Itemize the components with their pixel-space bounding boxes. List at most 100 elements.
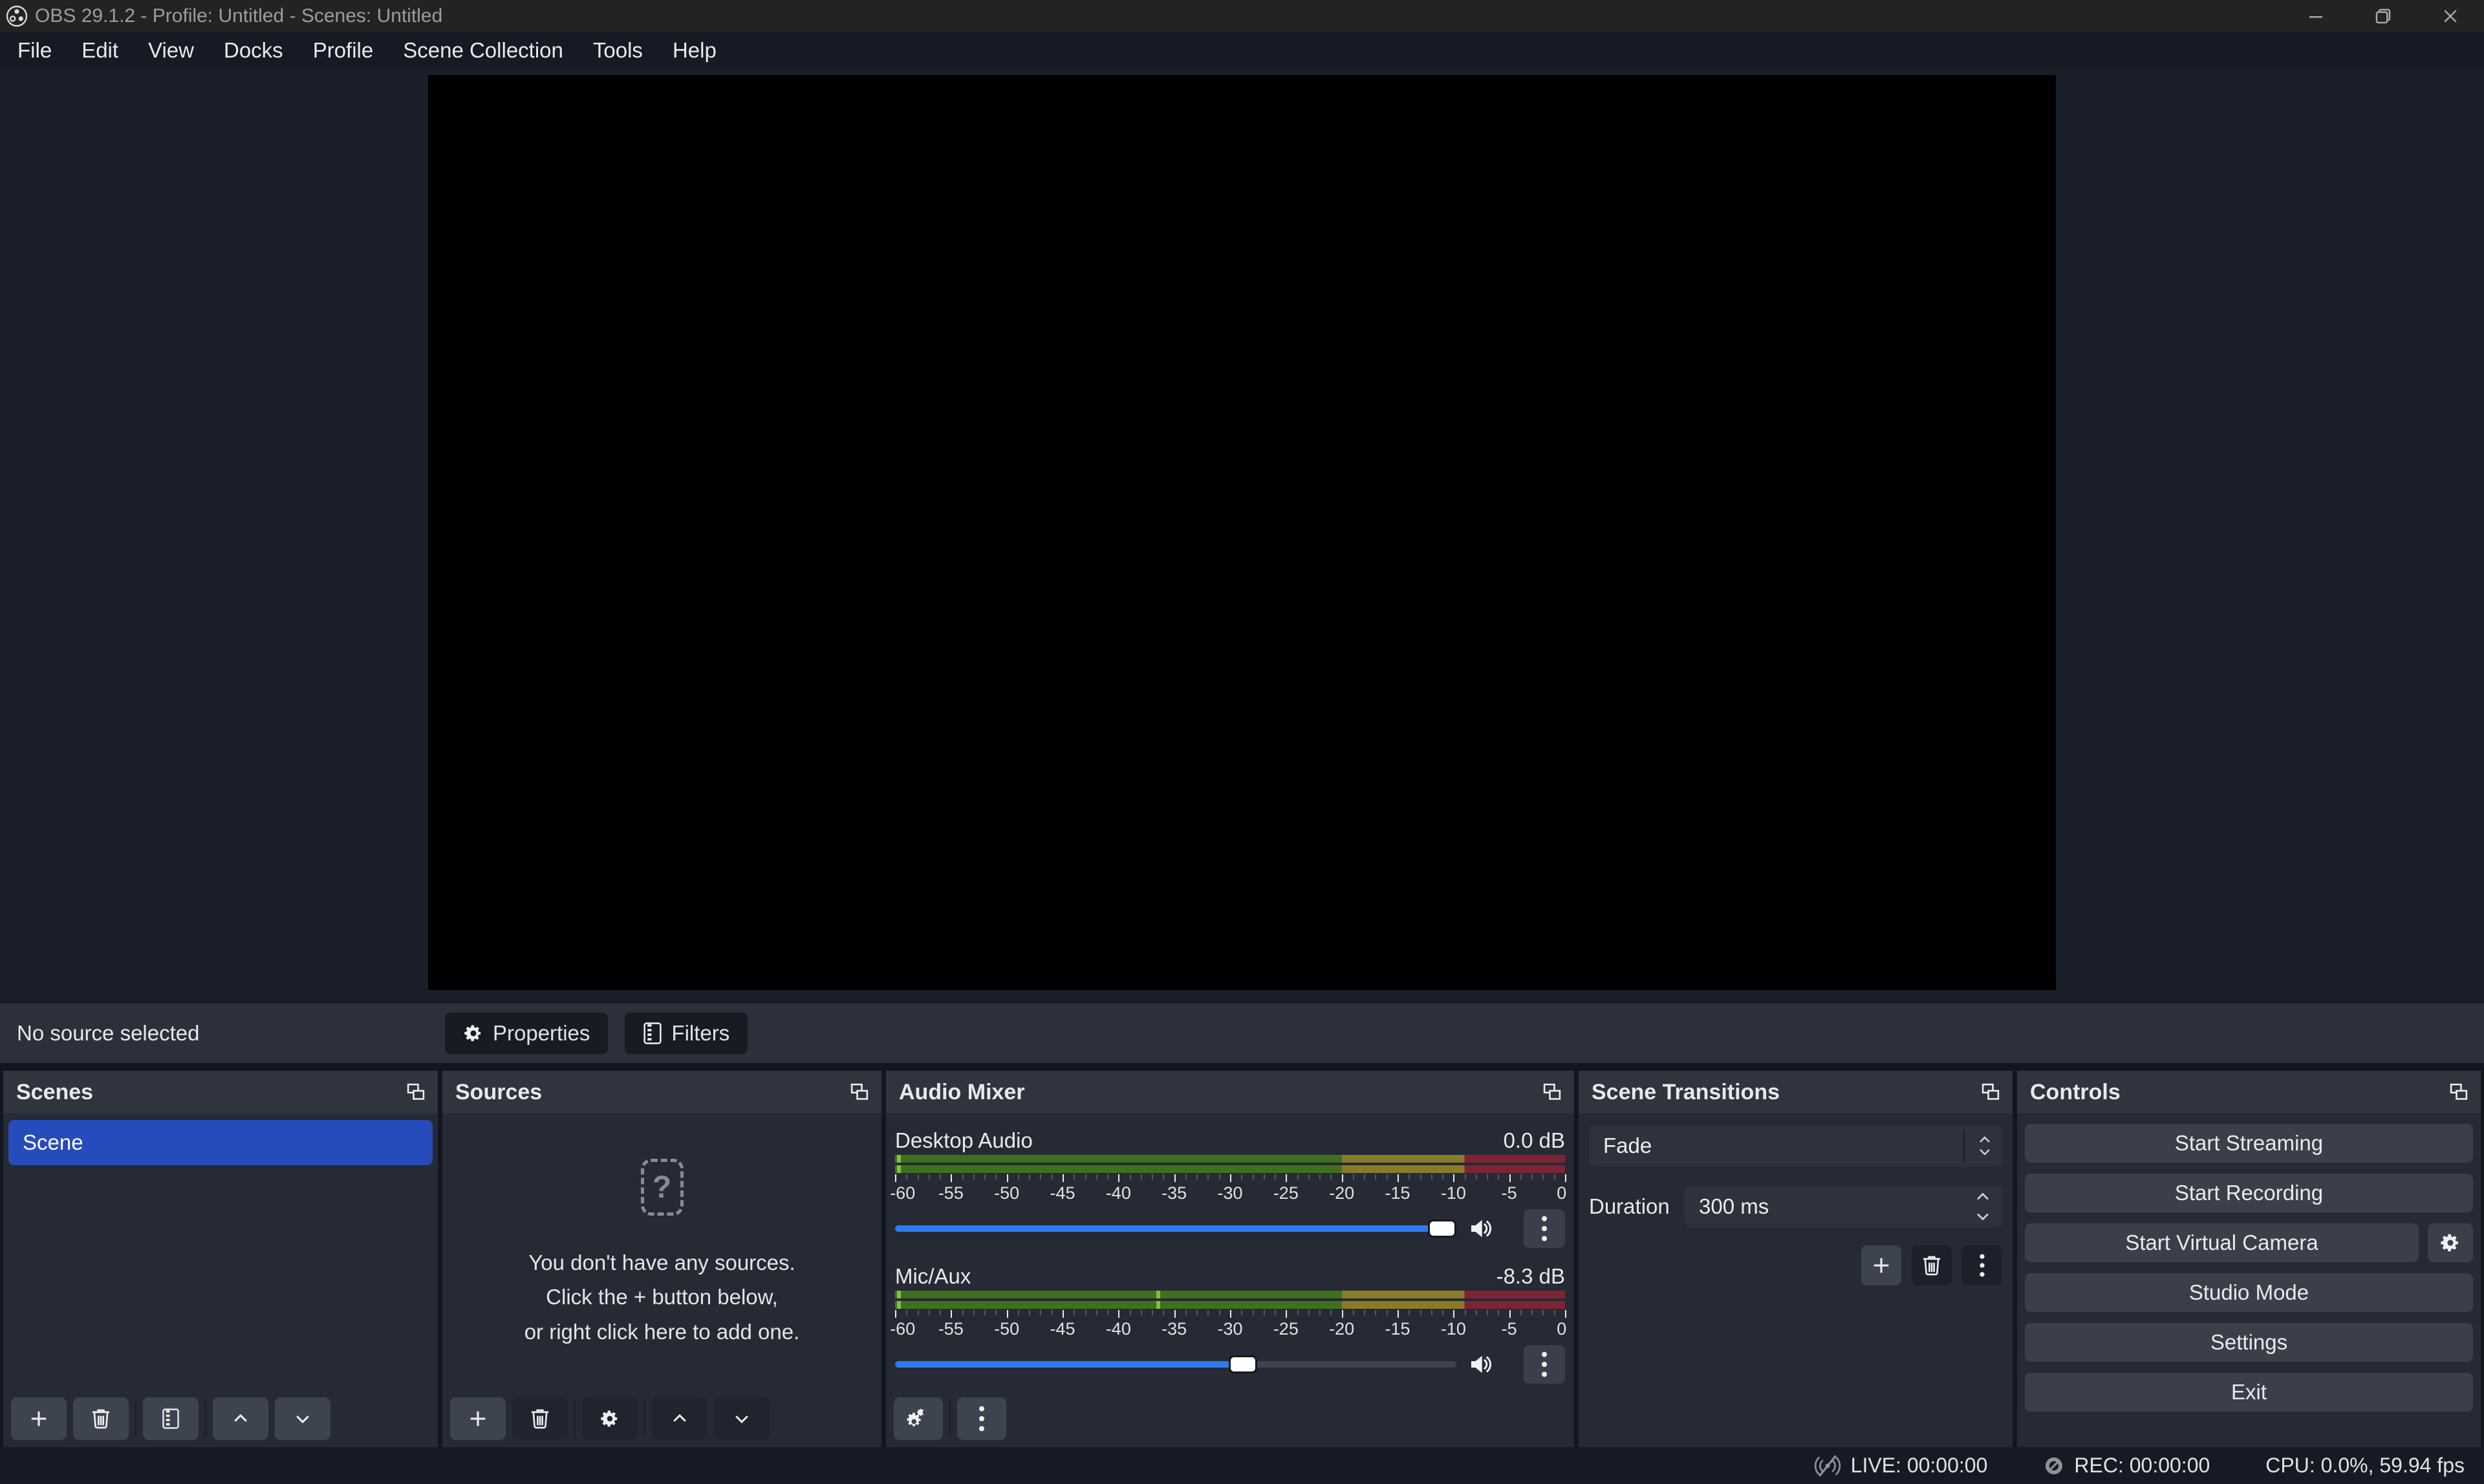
volume-slider-handle[interactable]	[1229, 1355, 1257, 1373]
move-source-down-button[interactable]	[714, 1397, 770, 1440]
duration-value: 300 ms	[1685, 1194, 1769, 1219]
sources-toolbar	[442, 1390, 881, 1447]
meter-scale-label: -55	[938, 1183, 964, 1203]
add-transition-button[interactable]	[1861, 1245, 1901, 1285]
mixer-toolbar	[886, 1390, 1574, 1447]
speaker-icon[interactable]	[1468, 1351, 1494, 1377]
meter-scale-label: -45	[1050, 1319, 1075, 1339]
meter-scale: -60-55-50-45-40-35-30-25-20-15-10-50	[895, 1319, 1565, 1342]
popout-icon[interactable]	[1982, 1083, 2000, 1101]
mixer-options-button[interactable]	[957, 1397, 1006, 1440]
sources-title: Sources	[455, 1080, 542, 1105]
scene-list: Scene	[3, 1113, 438, 1447]
meter-scale-label: -30	[1217, 1183, 1242, 1203]
meter-scale-label: -35	[1161, 1319, 1187, 1339]
popout-icon[interactable]	[850, 1083, 869, 1101]
preview-canvas[interactable]	[428, 75, 2056, 990]
controls-panel: Controls Start Streaming Start Recording…	[2017, 1071, 2481, 1447]
speaker-icon[interactable]	[1468, 1216, 1494, 1242]
advanced-audio-button[interactable]	[894, 1397, 943, 1440]
source-properties-button[interactable]	[582, 1397, 638, 1440]
menu-profile[interactable]: Profile	[298, 32, 389, 69]
status-bar: LIVE: 00:00:00 REC: 00:00:00 CPU: 0.0%, …	[0, 1447, 2484, 1484]
meter-scale-label: 0	[1557, 1183, 1566, 1203]
menu-help[interactable]: Help	[658, 32, 731, 69]
remove-transition-button[interactable]	[1912, 1245, 1952, 1285]
channel-name: Mic/Aux	[895, 1264, 971, 1289]
meter-scale-label: -60	[890, 1183, 915, 1203]
move-scene-up-button[interactable]	[213, 1397, 268, 1440]
gear-icon	[463, 1023, 484, 1044]
obs-logo-icon	[5, 5, 28, 28]
scene-filters-button[interactable]	[143, 1397, 199, 1440]
meter-scale-label: -50	[994, 1183, 1019, 1203]
duration-spinbox[interactable]: 300 ms	[1685, 1186, 2002, 1227]
meter-scale-label: -60	[890, 1319, 915, 1339]
scene-name: Scene	[23, 1130, 83, 1155]
meter-scale-label: -55	[938, 1319, 964, 1339]
sources-empty-state: ? You don't have any sources. Click the …	[442, 1159, 881, 1349]
rec-time: REC: 00:00:00	[2074, 1454, 2210, 1478]
empty-line: Click the + button below,	[442, 1280, 881, 1314]
start-streaming-button[interactable]: Start Streaming	[2025, 1124, 2473, 1163]
menu-tools[interactable]: Tools	[578, 32, 658, 69]
popout-icon[interactable]	[407, 1083, 425, 1101]
start-recording-button[interactable]: Start Recording	[2025, 1174, 2473, 1212]
start-virtual-camera-button[interactable]: Start Virtual Camera	[2025, 1223, 2419, 1262]
meter-scale-label: -25	[1273, 1183, 1299, 1203]
channel-options-button[interactable]	[1524, 1209, 1565, 1248]
meter-scale-label: -50	[994, 1319, 1019, 1339]
spin-down-icon[interactable]	[1974, 1212, 1992, 1222]
menu-docks[interactable]: Docks	[209, 32, 298, 69]
spin-up-icon[interactable]	[1974, 1191, 1992, 1201]
remove-source-button[interactable]	[512, 1397, 568, 1440]
menu-file[interactable]: File	[3, 32, 67, 69]
filters-label: Filters	[671, 1021, 729, 1046]
window-title: OBS 29.1.2 - Profile: Untitled - Scenes:…	[35, 5, 442, 27]
exit-button[interactable]: Exit	[2025, 1373, 2473, 1412]
popout-icon[interactable]	[1543, 1083, 1561, 1101]
volume-meter	[895, 1155, 1565, 1173]
transition-options-button[interactable]	[1962, 1245, 2002, 1285]
virtual-camera-settings-button[interactable]	[2428, 1223, 2473, 1262]
channel-level: -8.3 dB	[1496, 1264, 1565, 1289]
sources-empty-area[interactable]: ? You don't have any sources. Click the …	[442, 1113, 881, 1447]
meter-scale-label: -30	[1217, 1319, 1242, 1339]
mixer-channel-mic-aux: Mic/Aux -8.3 dB -60-55-50-45-40-35-30-25…	[895, 1262, 1565, 1385]
scene-list-item[interactable]: Scene	[8, 1120, 433, 1165]
meter-scale-label: -35	[1161, 1183, 1187, 1203]
menu-edit[interactable]: Edit	[67, 32, 133, 69]
meter-scale-label: -15	[1385, 1183, 1410, 1203]
move-source-up-button[interactable]	[652, 1397, 707, 1440]
minimize-button[interactable]	[2282, 0, 2349, 32]
unknown-source-icon: ?	[641, 1159, 684, 1216]
add-scene-button[interactable]	[11, 1397, 67, 1440]
scenes-toolbar	[3, 1390, 438, 1447]
meter-scale-label: -10	[1441, 1183, 1466, 1203]
duration-label: Duration	[1589, 1194, 1672, 1219]
volume-slider[interactable]	[895, 1344, 1456, 1385]
move-scene-down-button[interactable]	[275, 1397, 330, 1440]
meter-ticks	[895, 1174, 1565, 1183]
add-source-button[interactable]	[450, 1397, 506, 1440]
transition-select[interactable]: Fade	[1589, 1125, 2002, 1167]
meter-scale-label: -5	[1502, 1183, 1517, 1203]
menu-scene-collection[interactable]: Scene Collection	[388, 32, 578, 69]
meter-scale-label: -15	[1385, 1319, 1410, 1339]
meter-scale-label: -5	[1502, 1319, 1517, 1339]
remove-scene-button[interactable]	[73, 1397, 129, 1440]
volume-slider[interactable]	[895, 1208, 1456, 1249]
menu-view[interactable]: View	[133, 32, 209, 69]
channel-options-button[interactable]	[1524, 1345, 1565, 1384]
restore-button[interactable]	[2349, 0, 2417, 32]
volume-slider-handle[interactable]	[1428, 1220, 1456, 1238]
empty-line: You don't have any sources.	[442, 1245, 881, 1280]
dock-panels: Scenes Scene	[0, 1063, 2484, 1447]
popout-icon[interactable]	[2450, 1083, 2468, 1101]
studio-mode-button[interactable]: Studio Mode	[2025, 1273, 2473, 1312]
settings-button[interactable]: Settings	[2025, 1323, 2473, 1362]
filters-button[interactable]: Filters	[625, 1013, 748, 1054]
close-button[interactable]	[2417, 0, 2484, 32]
controls-title: Controls	[2030, 1080, 2121, 1105]
properties-button[interactable]: Properties	[445, 1013, 608, 1054]
